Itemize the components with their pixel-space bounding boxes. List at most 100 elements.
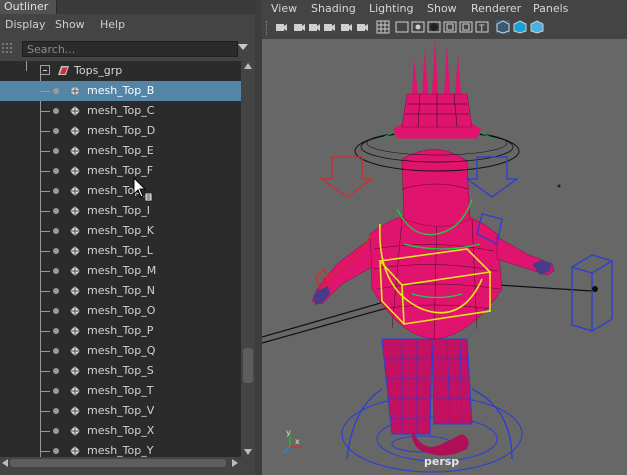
tree-horizontal-scrollbar[interactable] [0,457,241,469]
field-chart-icon[interactable] [443,20,457,34]
axis-gizmo: x y [283,428,302,454]
panel-splitter[interactable] [255,0,262,475]
tree-node-dot-icon [53,208,59,214]
menu-panels[interactable]: Panels [533,2,568,15]
wireframe-icon[interactable] [496,20,510,34]
tree-row[interactable]: mesh_Top_Y [0,441,241,457]
menu-lighting[interactable]: Lighting [369,2,413,15]
outliner-title-tab[interactable]: Outliner [0,0,57,14]
tree-row[interactable]: mesh_Top_X [0,421,241,441]
tree-connector [40,411,50,412]
mesh-shape-icon [70,206,80,216]
tree-row[interactable]: mesh_Top_L [0,241,241,261]
tree-row[interactable]: mesh_Top_S [0,361,241,381]
film-gate-icon[interactable] [395,20,409,34]
tree-node-dot-icon [53,448,59,454]
drag-grip-icon[interactable] [2,43,16,55]
tree-node-dot-icon [53,268,59,274]
collapse-toggle-icon[interactable] [40,65,50,75]
tree-node-dot-icon [53,388,59,394]
tree-node-dot-icon [53,288,59,294]
tree-row-label: mesh_Top_T [87,384,154,397]
tree-row[interactable]: mesh_Top_B [0,81,241,101]
bookmark-icon[interactable] [307,20,321,34]
tree-connector [40,451,50,452]
image-plane-icon[interactable] [322,20,336,34]
select-camera-icon[interactable] [274,20,288,34]
tree-node-dot-icon [53,168,59,174]
tree-row[interactable]: mesh_Top_K [0,221,241,241]
svg-text:y: y [286,428,291,437]
transform-group-icon [58,66,69,75]
tree-node-dot-icon [53,328,59,334]
menu-help[interactable]: Help [100,18,125,31]
scroll-thumb[interactable] [243,348,253,383]
scene-pivot [557,184,561,188]
menu-view[interactable]: View [271,2,297,15]
mesh-shape-icon [70,166,80,176]
tree-row[interactable]: mesh_Top_P [0,321,241,341]
tree-row[interactable]: mesh_Top_C [0,101,241,121]
tree-connector [40,331,50,332]
mesh-shape-icon [70,426,80,436]
tree-row[interactable]: mesh_Top_I [0,201,241,221]
tree-row[interactable]: mesh_Top_Q [0,341,241,361]
tree-row[interactable]: mesh_Top_M [0,261,241,281]
tree-group-row[interactable]: Tops_grp [0,61,241,81]
scroll-left-icon[interactable] [2,459,8,467]
tree-row-label: mesh_Top_L [87,244,153,257]
textured-icon[interactable] [530,20,544,34]
menu-shading[interactable]: Shading [311,2,356,15]
resolution-gate-icon[interactable] [411,20,425,34]
viewport-menubar: View Shading Lighting Show Renderer Pane… [262,0,627,17]
mesh-shape-icon [70,86,80,96]
tree-connector [40,171,50,172]
tree-row[interactable]: mesh_Top_D [0,121,241,141]
mesh-shape-icon [70,286,80,296]
search-options-dropdown-icon[interactable] [238,44,248,50]
smooth-shade-icon[interactable] [513,20,527,34]
tree-node-dot-icon [53,308,59,314]
tree-row-label: mesh_Top_F [87,164,154,177]
tree-vertical-scrollbar[interactable] [241,61,255,457]
tree-row[interactable]: mesh_Top_F [0,161,241,181]
hscroll-thumb[interactable] [10,459,226,467]
3d-viewport[interactable]: x y persp [262,39,627,475]
tree-row[interactable]: mesh_Top_O [0,301,241,321]
tree-row[interactable]: mesh_Top_E [0,141,241,161]
safe-title-icon[interactable]: T [475,20,489,34]
camera-attributes-icon[interactable] [292,20,306,34]
2d-pan-icon[interactable] [339,20,353,34]
tree-row[interactable]: mesh_Top_ [0,181,241,201]
tree-row[interactable]: mesh_Top_V [0,401,241,421]
tree-node-dot-icon [53,368,59,374]
search-input[interactable]: Search... [22,41,238,57]
scroll-right-icon[interactable] [232,459,238,467]
safe-action-icon[interactable] [459,20,473,34]
grease-pencil-icon[interactable] [355,20,369,34]
menu-display[interactable]: Display [5,18,46,31]
tree-row[interactable]: mesh_Top_T [0,381,241,401]
tree-node-dot-icon [53,148,59,154]
tree-row-label: mesh_Top_M [87,264,157,277]
tree-connector [40,271,50,272]
grid-icon[interactable] [376,20,390,34]
scroll-down-icon[interactable] [244,449,252,455]
gate-mask-icon[interactable] [427,20,441,34]
mesh-shape-icon [70,186,80,196]
tree-row-label: mesh_Top_Y [87,444,154,457]
tree-row[interactable]: mesh_Top_N [0,281,241,301]
mesh-shape-icon [70,106,80,116]
tree-node-dot-icon [53,408,59,414]
menu-show[interactable]: Show [55,18,85,31]
scroll-up-icon[interactable] [244,63,252,69]
tree-connector [40,211,50,212]
menu-show[interactable]: Show [427,2,457,15]
tree-group-label: Tops_grp [74,64,123,77]
tree-connector [40,231,50,232]
tree-row-label: mesh_Top_E [87,144,154,157]
tree-connector [40,191,50,192]
menu-renderer[interactable]: Renderer [471,2,521,15]
locator-dot [592,286,598,292]
viewport-panel: View Shading Lighting Show Renderer Pane… [262,0,627,475]
